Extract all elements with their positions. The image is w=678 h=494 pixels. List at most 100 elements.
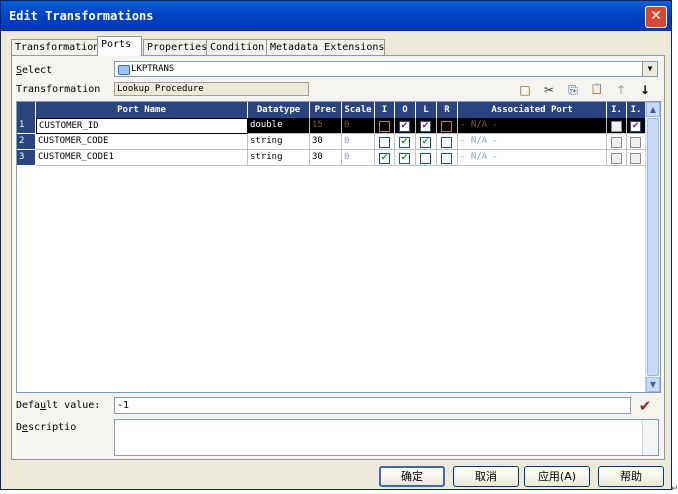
- port-name-cell[interactable]: CUSTOMER_CODE: [36, 134, 248, 150]
- lookup-checkbox[interactable]: [420, 153, 431, 164]
- output-cell: ✔: [395, 118, 416, 134]
- column-header-scale[interactable]: Scale: [342, 102, 375, 118]
- table-row[interactable]: 3 CUSTOMER_CODE1 string 30 0 ✔ ✔ - N/A -: [17, 150, 646, 166]
- return-checkbox[interactable]: [441, 137, 452, 148]
- i1-checkbox[interactable]: [611, 137, 622, 148]
- datatype-cell[interactable]: double: [248, 118, 310, 134]
- close-button[interactable]: ✕: [645, 6, 667, 28]
- associated-port-cell[interactable]: - N/A -: [458, 134, 607, 150]
- input-checkbox[interactable]: [379, 137, 390, 148]
- help-button[interactable]: 帮助: [598, 466, 664, 487]
- cancel-button[interactable]: 取消: [453, 466, 519, 487]
- associated-port-cell[interactable]: - N/A -: [458, 118, 607, 134]
- new-port-icon[interactable]: □: [517, 82, 533, 98]
- description-label-text-b: scriptio: [28, 422, 77, 433]
- lookup-cell: [416, 150, 437, 166]
- description-scrollbar[interactable]: [642, 420, 658, 455]
- apply-button[interactable]: 应用(A): [524, 466, 590, 487]
- i2-cell: [627, 134, 646, 150]
- scrollbar-thumb[interactable]: [647, 118, 659, 376]
- grid-vertical-scrollbar[interactable]: ▲ ▼: [645, 102, 660, 392]
- input-checkbox[interactable]: [379, 121, 390, 132]
- validate-check-icon[interactable]: ✔: [637, 397, 653, 415]
- edit-transformations-dialog: Edit Transformations ✕ Transformation Po…: [0, 0, 672, 490]
- default-label-text-a: Defa: [16, 400, 41, 411]
- prec-cell[interactable]: 15: [310, 118, 342, 134]
- lookup-cell: ✔: [416, 134, 437, 150]
- associated-port-cell[interactable]: - N/A -: [458, 150, 607, 166]
- i1-cell: [607, 134, 627, 150]
- column-header-input[interactable]: I: [375, 102, 395, 118]
- chevron-down-icon[interactable]: ▼: [642, 62, 657, 76]
- i1-checkbox[interactable]: [611, 121, 622, 132]
- prec-cell[interactable]: 30: [310, 150, 342, 166]
- return-cell: [437, 134, 458, 150]
- transformation-select[interactable]: LKPTRANS ▼: [114, 61, 658, 77]
- i2-checkbox[interactable]: ✔: [630, 121, 641, 132]
- default-value-label: Default value:: [16, 400, 100, 411]
- column-header-prec[interactable]: Prec: [310, 102, 342, 118]
- datatype-cell[interactable]: string: [248, 134, 310, 150]
- copy-icon[interactable]: ⎘: [565, 82, 581, 98]
- scroll-down-icon[interactable]: ▼: [646, 377, 660, 392]
- cut-icon[interactable]: ✂: [541, 82, 557, 98]
- i2-checkbox[interactable]: [630, 153, 641, 164]
- default-value-input[interactable]: -1: [114, 397, 631, 414]
- input-checkbox[interactable]: ✔: [379, 153, 390, 164]
- output-checkbox[interactable]: ✔: [399, 153, 410, 164]
- port-name-cell[interactable]: CUSTOMER_CODE1: [36, 150, 248, 166]
- ports-grid[interactable]: Port Name Datatype Prec Scale I O L R As…: [16, 101, 661, 393]
- column-header-i1[interactable]: I.: [607, 102, 627, 118]
- port-name-cell[interactable]: CUSTOMER_ID: [36, 118, 248, 134]
- output-checkbox[interactable]: ✔: [399, 121, 410, 132]
- tab-metadata-extensions[interactable]: Metadata Extensions: [266, 39, 385, 55]
- row-number[interactable]: 1: [17, 118, 36, 134]
- table-row[interactable]: 2 CUSTOMER_CODE string 30 0 ✔ ✔ - N/A -: [17, 134, 646, 150]
- datatype-cell[interactable]: string: [248, 150, 310, 166]
- i1-cell: [607, 150, 627, 166]
- paste-icon[interactable]: 📋: [589, 82, 605, 98]
- tab-ports[interactable]: Ports: [97, 36, 142, 56]
- input-cell: [375, 118, 395, 134]
- scale-cell[interactable]: 0: [342, 134, 375, 150]
- scale-cell[interactable]: 0: [342, 118, 375, 134]
- return-cell: [437, 150, 458, 166]
- transformation-type-value: Lookup Procedure: [114, 82, 309, 96]
- column-header-return[interactable]: R: [437, 102, 458, 118]
- lookup-checkbox[interactable]: ✔: [420, 121, 431, 132]
- description-textarea[interactable]: [114, 419, 659, 456]
- move-up-icon[interactable]: ↑: [613, 82, 629, 98]
- lookup-checkbox[interactable]: ✔: [420, 137, 431, 148]
- input-cell: [375, 134, 395, 150]
- i1-cell: [607, 118, 627, 134]
- table-row[interactable]: 1 CUSTOMER_ID double 15 0 ✔ ✔ - N/A - ✔: [17, 118, 646, 134]
- output-checkbox[interactable]: ✔: [399, 137, 410, 148]
- scroll-up-icon[interactable]: ▲: [646, 102, 660, 117]
- return-checkbox[interactable]: [441, 153, 452, 164]
- select-label-text: elect: [22, 65, 53, 76]
- prec-cell[interactable]: 30: [310, 134, 342, 150]
- return-checkbox[interactable]: [441, 121, 452, 132]
- i1-checkbox[interactable]: [611, 153, 622, 164]
- title-bar[interactable]: Edit Transformations ✕: [1, 1, 671, 31]
- i2-cell: ✔: [627, 118, 646, 134]
- row-number[interactable]: 3: [17, 150, 36, 166]
- column-header-datatype[interactable]: Datatype: [248, 102, 310, 118]
- column-header-i2[interactable]: I.: [627, 102, 646, 118]
- column-header-associated-port[interactable]: Associated Port: [458, 102, 607, 118]
- row-number[interactable]: 2: [17, 134, 36, 150]
- tab-condition[interactable]: Condition: [206, 39, 271, 55]
- scale-cell[interactable]: 0: [342, 150, 375, 166]
- select-label: Select: [16, 65, 52, 76]
- column-header-output[interactable]: O: [395, 102, 416, 118]
- return-cell: [437, 118, 458, 134]
- ok-button[interactable]: 确定: [379, 466, 445, 487]
- move-down-icon[interactable]: ↓: [637, 82, 653, 98]
- description-label: Descriptio: [16, 422, 76, 433]
- tab-transformation[interactable]: Transformation: [11, 39, 102, 55]
- input-cell: ✔: [375, 150, 395, 166]
- tab-properties[interactable]: Properties: [143, 39, 211, 55]
- column-header-port-name[interactable]: Port Name: [36, 102, 248, 118]
- column-header-lookup[interactable]: L: [416, 102, 437, 118]
- i2-checkbox[interactable]: [630, 137, 641, 148]
